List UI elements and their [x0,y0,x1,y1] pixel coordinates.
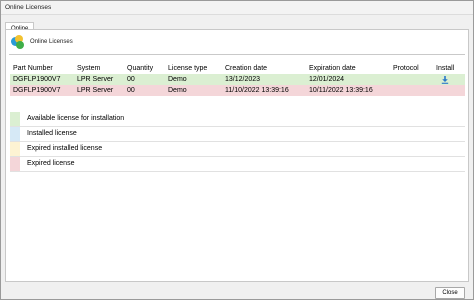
cell-expiration-date: 10/11/2022 13:39:16 [309,87,373,94]
legend-swatch-expired-installed [10,142,20,156]
cell-creation-date: 11/10/2022 13:39:16 [225,87,289,94]
legend-item-available: Available license for installation [10,112,465,127]
panel-header: Online Licenses [11,34,73,50]
column-header-creation-date[interactable]: Creation date [222,63,306,74]
cell-quantity: 00 [127,76,135,83]
cell-system: LPR Server [77,76,114,83]
cell-protocol [390,85,433,96]
cell-license-type: Demo [168,76,187,83]
cell-quantity: 00 [127,87,135,94]
legend-label: Installed license [27,130,77,137]
licenses-table: Part Number System Quantity License type… [10,63,465,96]
cell-expiration-date: 12/01/2024 [309,76,345,83]
cell-creation-date: 13/12/2023 [225,76,261,83]
column-header-protocol[interactable]: Protocol [390,63,433,74]
column-header-system[interactable]: System [74,63,124,74]
legend-swatch-available [10,112,20,126]
cell-protocol [390,74,433,85]
panel-header-title: Online Licenses [30,39,73,45]
online-licenses-window: Online Licenses Online Online Licenses P… [0,0,474,300]
column-header-license-type[interactable]: License type [165,63,222,74]
cell-install [433,74,465,85]
column-header-quantity[interactable]: Quantity [124,63,165,74]
legend-item-expired-installed: Expired installed license [10,142,465,157]
license-logo-icon [11,35,25,49]
cell-system: LPR Server [77,87,114,94]
column-header-part-number[interactable]: Part Number [10,63,74,74]
table-row[interactable]: DGFLP1900V7 LPR Server 00 Demo 11/10/202… [10,85,465,96]
download-icon[interactable] [441,75,449,84]
legend-label: Available license for installation [27,115,125,122]
column-header-expiration-date[interactable]: Expiration date [306,63,390,74]
legend-item-installed: Installed license [10,127,465,142]
cell-part-number: DGFLP1900V7 [13,76,61,83]
close-button[interactable]: Close [435,287,465,299]
legend-label: Expired license [27,160,75,167]
cell-part-number: DGFLP1900V7 [13,87,61,94]
legend-item-expired: Expired license [10,157,465,172]
legend-swatch-installed [10,127,20,141]
cell-license-type: Demo [168,87,187,94]
header-divider [9,54,465,55]
legend-label: Expired installed license [27,145,103,152]
cell-install [433,85,465,96]
window-title: Online Licenses [1,1,473,15]
table-row[interactable]: DGFLP1900V7 LPR Server 00 Demo 13/12/202… [10,74,465,85]
column-header-install[interactable]: Install [433,63,465,74]
license-legend: Available license for installation Insta… [10,112,465,172]
legend-swatch-expired [10,157,20,171]
online-tab-panel: Online Licenses Part Number System Quant… [5,29,469,282]
tab-strip: Online [5,17,35,35]
table-header-row: Part Number System Quantity License type… [10,63,465,74]
